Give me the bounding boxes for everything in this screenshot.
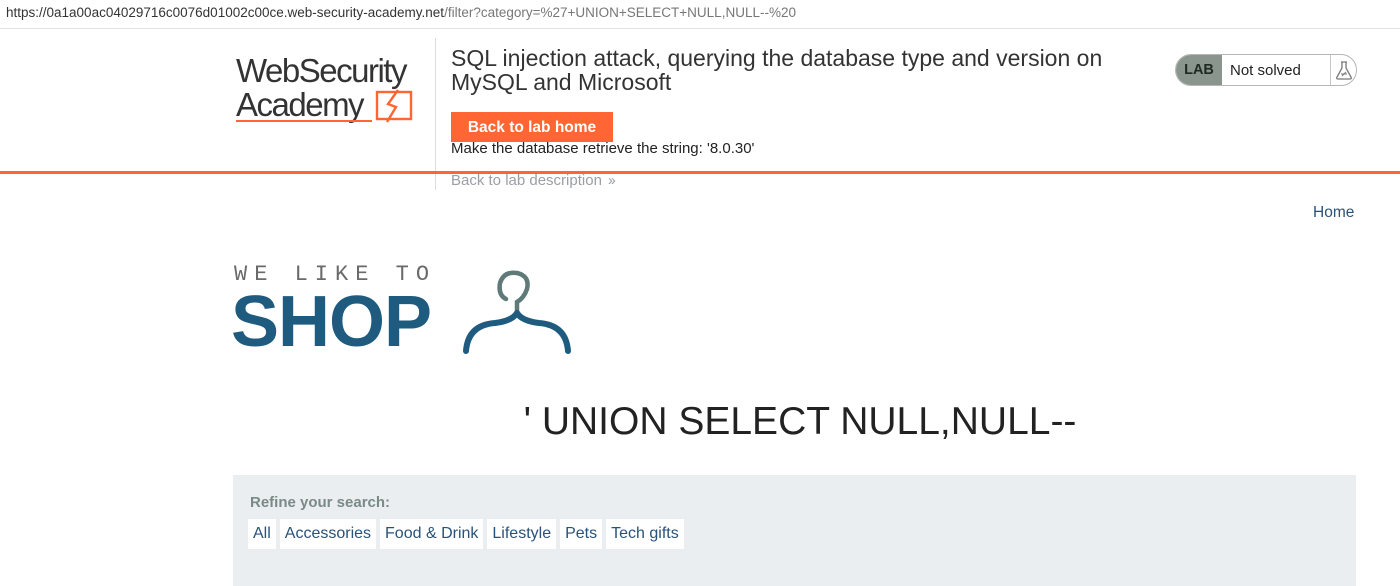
header-divider [435,38,436,190]
filter-all[interactable]: All [248,519,276,549]
filter-tech-gifts[interactable]: Tech gifts [606,519,684,549]
address-bar[interactable]: https://0a1a00ac04029716c0076d01002c00ce… [0,0,1400,29]
url-path: /filter?category=%27+UNION+SELECT+NULL,N… [444,5,796,20]
filter-pets[interactable]: Pets [560,519,603,549]
double-chevron-right-icon: ›› [607,172,616,189]
logo-line1: WebSecurity [236,52,408,89]
category-heading: ' UNION SELECT NULL,NULL-- [523,400,1077,443]
lab-task-text: Make the database retrieve the string: '… [451,140,755,157]
shop-logo[interactable]: WE LIKE TO SHOP [231,262,584,362]
back-to-lab-home-button[interactable]: Back to lab home [451,112,613,142]
header-orange-rule [0,171,1400,174]
hanger-icon [463,270,571,354]
home-link[interactable]: Home [1313,204,1354,222]
lab-title: SQL injection attack, querying the datab… [451,45,1103,95]
back-description-label: Back to lab description [451,172,602,189]
academy-logo-graphic: WebSecurity Academy [236,52,413,123]
lab-status-text: Not solved [1222,55,1331,85]
lab-badge: LAB [1176,55,1222,85]
flask-icon [1331,55,1356,85]
web-security-academy-logo[interactable]: WebSecurity Academy [236,52,436,128]
lab-status-widget: LAB Not solved [1175,54,1357,86]
filter-accessories[interactable]: Accessories [279,519,377,549]
refine-search-label: Refine your search: [250,494,391,511]
back-to-lab-description-link[interactable]: Back to lab description ›› [451,172,616,189]
logo-line2: Academy [236,86,365,123]
filter-lifestyle[interactable]: Lifestyle [487,519,557,549]
category-filter-list: All Accessories Food & Drink Lifestyle P… [248,519,684,549]
url-host: https://0a1a00ac04029716c0076d01002c00ce… [6,5,445,20]
filter-panel: Refine your search: All Accessories Food… [233,475,1356,586]
shop-logo-title: SHOP [231,282,432,362]
filter-food-drink[interactable]: Food & Drink [380,519,484,549]
